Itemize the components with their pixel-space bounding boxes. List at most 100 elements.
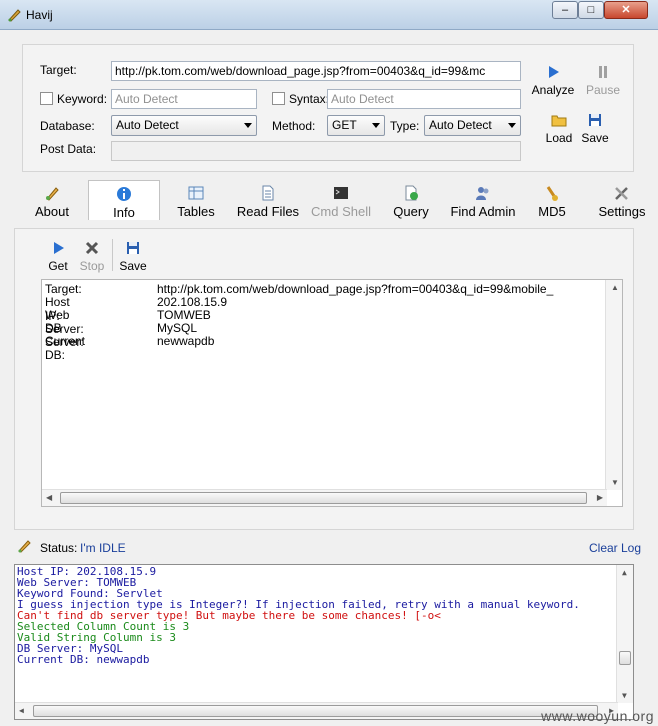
scroll-thumb[interactable]	[619, 651, 631, 665]
tab-strip: About Info Tables Read Files Cmd Shell Q…	[22, 180, 652, 222]
scroll-thumb[interactable]	[33, 705, 598, 717]
syntax-input[interactable]: Auto Detect	[327, 89, 521, 109]
close-button[interactable]: ✕	[604, 1, 648, 19]
maximize-button[interactable]: □	[578, 1, 604, 19]
scroll-down-icon[interactable]: ▼	[611, 478, 619, 487]
analyze-button[interactable]: Analyze	[529, 63, 577, 97]
minimize-button[interactable]: –	[552, 1, 578, 19]
scroll-thumb[interactable]	[60, 492, 587, 504]
stop-label: Stop	[79, 259, 105, 273]
tab-tables[interactable]: Tables	[166, 180, 226, 220]
pause-icon	[599, 66, 607, 78]
havij-app-icon	[8, 9, 21, 22]
keyword-input[interactable]: Auto Detect	[111, 89, 257, 109]
tab-tables-label: Tables	[177, 204, 215, 219]
title-bar: Havij – □ ✕	[0, 0, 658, 30]
scroll-down-icon[interactable]: ▼	[622, 691, 627, 700]
analyze-label: Analyze	[531, 83, 575, 97]
get-button[interactable]: Get	[41, 239, 75, 273]
type-select[interactable]: Auto Detect	[424, 115, 521, 136]
info-panel: Get Stop Save Target: http://pk.tom.com/…	[14, 228, 634, 530]
folder-icon	[551, 115, 567, 127]
md5-icon	[546, 186, 558, 201]
tab-cmd-shell-label: Cmd Shell	[311, 204, 371, 219]
get-label: Get	[48, 259, 68, 273]
info-vertical-scrollbar[interactable]: ▲ ▼	[605, 280, 622, 490]
type-select-value: Auto Detect	[429, 118, 492, 132]
window-title: Havij	[26, 8, 53, 22]
pause-label: Pause	[585, 83, 621, 97]
tab-info[interactable]: Info	[88, 180, 160, 220]
status-label: Status:	[40, 541, 78, 555]
find-admin-icon	[476, 187, 489, 200]
tab-about[interactable]: About	[22, 180, 82, 220]
postdata-input[interactable]	[111, 141, 521, 161]
tab-find-admin-label: Find Admin	[450, 204, 516, 219]
save-button[interactable]: Save	[575, 111, 615, 145]
pause-button[interactable]: Pause	[581, 63, 625, 97]
target-panel: Target: http://pk.tom.com/web/download_p…	[22, 44, 634, 172]
database-select-value: Auto Detect	[116, 118, 179, 132]
info-icon	[117, 187, 131, 201]
watermark: www.wooyun.org	[541, 708, 654, 724]
info-row-value: MySQL	[157, 321, 198, 335]
save-label: Save	[581, 131, 609, 145]
scroll-up-icon[interactable]: ▲	[611, 283, 619, 292]
log-vertical-scrollbar[interactable]: ▲ ▼	[616, 565, 633, 703]
status-icon	[18, 540, 31, 553]
chevron-down-icon	[508, 123, 516, 128]
scroll-left-icon[interactable]: ◀	[46, 493, 52, 502]
tab-settings-label: Settings	[598, 204, 646, 219]
info-row-key: Current DB:	[45, 334, 86, 362]
method-label: Method:	[272, 119, 316, 133]
tab-info-label: Info	[113, 205, 135, 220]
info-save-button[interactable]: Save	[116, 239, 150, 273]
scroll-up-icon[interactable]: ▲	[622, 568, 627, 577]
floppy-disk-icon	[127, 242, 139, 254]
clear-log-link[interactable]: Clear Log	[589, 541, 641, 555]
settings-icon	[615, 187, 628, 200]
tab-read-files-label: Read Files	[236, 204, 300, 219]
keyword-label: Keyword:	[57, 92, 108, 106]
target-label: Target:	[40, 63, 77, 77]
tab-query-label: Query	[393, 204, 429, 219]
keyword-checkbox[interactable]	[40, 92, 53, 105]
log-horizontal-scrollbar[interactable]: ◀ ▶	[15, 702, 618, 719]
read-files-icon	[262, 185, 274, 201]
tables-icon	[188, 186, 204, 200]
status-value: I'm IDLE	[80, 541, 126, 555]
about-icon	[46, 187, 59, 201]
info-row-value: http://pk.tom.com/web/download_page.jsp?…	[157, 282, 554, 296]
tab-find-admin[interactable]: Find Admin	[446, 180, 520, 220]
method-select[interactable]: GET	[327, 115, 385, 136]
toolbar-divider	[112, 239, 113, 271]
tab-cmd-shell[interactable]: Cmd Shell	[310, 180, 372, 220]
tab-md5[interactable]: MD5	[526, 180, 578, 220]
scroll-right-icon[interactable]: ▶	[597, 493, 603, 502]
info-results: Target: http://pk.tom.com/web/download_p…	[41, 279, 623, 507]
syntax-checkbox[interactable]	[272, 92, 285, 105]
play-icon	[549, 66, 559, 78]
info-horizontal-scrollbar[interactable]: ◀ ▶	[42, 489, 607, 506]
chevron-down-icon	[372, 123, 380, 128]
tab-read-files[interactable]: Read Files	[232, 180, 304, 220]
info-row-value: 202.108.15.9	[157, 295, 228, 309]
scroll-left-icon[interactable]: ◀	[19, 706, 24, 715]
info-row-value: TOMWEB	[157, 308, 211, 322]
window-client: Target: http://pk.tom.com/web/download_p…	[0, 30, 658, 726]
tab-md5-label: MD5	[538, 204, 566, 219]
play-icon	[54, 242, 64, 254]
chevron-down-icon	[244, 123, 252, 128]
query-icon	[405, 185, 418, 201]
stop-button[interactable]: Stop	[75, 239, 109, 273]
tab-query[interactable]: Query	[380, 180, 442, 220]
tab-settings[interactable]: Settings	[594, 180, 650, 220]
target-input[interactable]: http://pk.tom.com/web/download_page.jsp?…	[111, 61, 521, 81]
info-row-value: newwapdb	[157, 334, 215, 348]
database-select[interactable]: Auto Detect	[111, 115, 257, 136]
cmd-shell-icon	[334, 187, 348, 199]
floppy-disk-icon	[589, 114, 601, 126]
stop-icon	[85, 241, 99, 255]
load-label: Load	[545, 131, 573, 145]
method-select-value: GET	[332, 118, 357, 132]
